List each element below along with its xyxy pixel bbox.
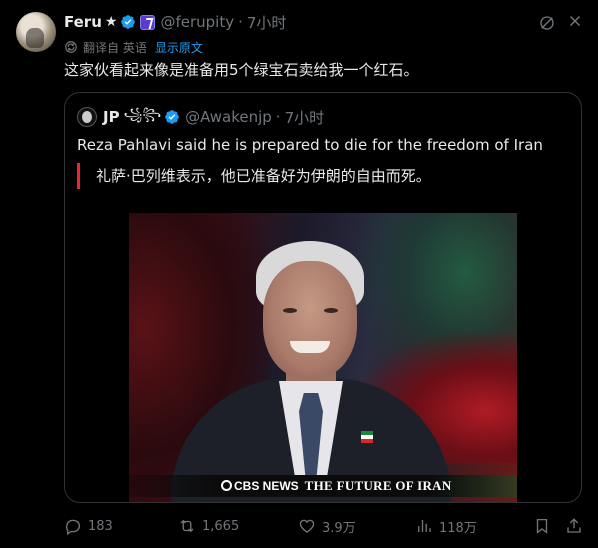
video-person-face xyxy=(263,261,357,379)
affiliate-badge-icon[interactable] xyxy=(140,14,156,30)
flag-pin xyxy=(361,431,373,443)
quoted-verified-badge-icon[interactable] xyxy=(164,109,180,125)
grok-icon[interactable] xyxy=(538,14,556,32)
caption-title: THE FUTURE OF IRAN xyxy=(304,478,452,493)
quoted-author-symbols: ꧁꧂ xyxy=(123,107,162,121)
cbs-eye-icon xyxy=(221,480,232,491)
post-header: Feru ★ @ferupity · 7小时 xyxy=(64,12,286,32)
author-handle[interactable]: @ferupity xyxy=(160,13,234,31)
reply-button[interactable]: 183 xyxy=(64,514,113,538)
quoted-video[interactable]: CBS NEWS THE FUTURE OF IRAN xyxy=(129,213,517,502)
share-icon xyxy=(567,518,581,533)
quoted-author-handle[interactable]: @Awakenjp xyxy=(185,108,272,126)
repost-count: 1,665 xyxy=(202,518,240,534)
bookmark-icon xyxy=(536,518,548,534)
quoted-post-time[interactable]: 7小时 xyxy=(285,107,325,128)
video-person-smile xyxy=(290,341,330,353)
header-separator: · xyxy=(238,13,243,31)
views-button[interactable]: 118万 xyxy=(415,514,477,538)
quoted-post-text: Reza Pahlavi said he is prepared to die … xyxy=(77,136,543,154)
quoted-post[interactable]: JP ꧁꧂ @Awakenjp · 7小时 Reza Pahlavi said … xyxy=(64,92,582,503)
show-original-link[interactable]: 显示原文 xyxy=(155,39,203,56)
reply-count: 183 xyxy=(88,518,113,534)
like-button[interactable]: 3.9万 xyxy=(298,514,356,538)
quoted-post-header: JP ꧁꧂ @Awakenjp · 7小时 xyxy=(103,107,324,127)
share-button[interactable] xyxy=(565,514,589,538)
like-icon xyxy=(299,519,315,533)
quoted-post-translation: 礼萨·巴列维表示，他已准备好为伊朗的自由而死。 xyxy=(77,163,431,189)
author-avatar[interactable] xyxy=(16,12,56,52)
video-caption: CBS NEWS THE FUTURE OF IRAN xyxy=(221,478,452,494)
views-count: 118万 xyxy=(439,520,477,536)
bookmark-button[interactable] xyxy=(533,514,557,538)
caption-network: CBS NEWS xyxy=(234,479,299,493)
more-icon[interactable] xyxy=(566,12,584,30)
quoted-author-avatar[interactable] xyxy=(77,107,97,127)
translation-label: 翻译自 英语 xyxy=(83,40,147,55)
video-person-eye xyxy=(283,308,297,313)
reply-icon xyxy=(66,519,81,535)
like-count: 3.9万 xyxy=(322,520,356,536)
quoted-author-name[interactable]: JP xyxy=(103,108,120,126)
translation-notice: 翻译自 英语 显示原文 xyxy=(64,38,203,56)
author-name-star: ★ xyxy=(104,14,118,30)
author-name[interactable]: Feru xyxy=(64,13,102,31)
translate-icon xyxy=(65,41,77,53)
repost-icon xyxy=(180,519,194,533)
video-person-eye xyxy=(324,308,338,313)
quoted-header-separator: · xyxy=(275,108,281,126)
action-bar: 183 1,665 3.9万 118万 xyxy=(62,514,586,538)
post-text: 这家伙看起来像是准备用5个绿宝石卖给我一个红石。 xyxy=(64,61,419,79)
verified-badge-icon[interactable] xyxy=(120,14,136,30)
repost-button[interactable]: 1,665 xyxy=(178,514,239,538)
views-icon xyxy=(418,520,431,532)
post-time[interactable]: 7小时 xyxy=(247,12,287,33)
